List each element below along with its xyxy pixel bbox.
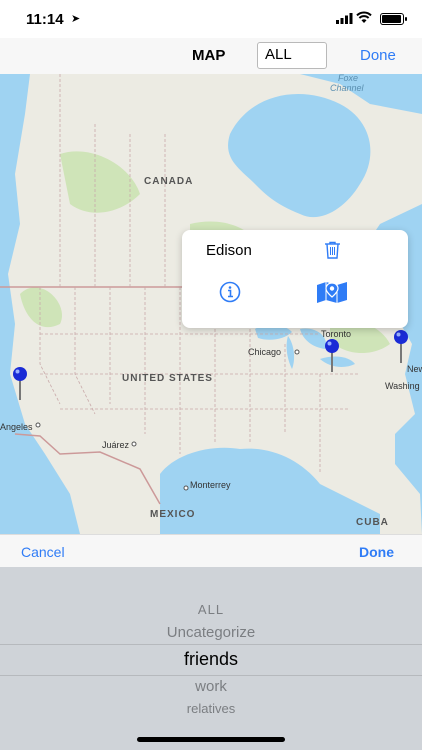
map-label-united-states: UNITED STATES — [122, 373, 213, 384]
map-label-canada: CANADA — [144, 176, 193, 187]
status-time: 11:14 — [26, 11, 64, 28]
map-label-chicago: Chicago — [248, 347, 281, 357]
picker-option-selected[interactable]: friends — [0, 649, 422, 670]
map-pin[interactable] — [10, 366, 30, 402]
map-label-cuba: CUBA — [356, 517, 389, 528]
wifi-icon — [356, 11, 372, 23]
picker-toolbar: Cancel Done — [0, 534, 422, 568]
info-icon[interactable] — [219, 281, 241, 303]
city-dot-chicago — [294, 349, 300, 355]
navigation-bar: MAP ALL Done — [0, 38, 422, 75]
city-dot-juarez — [131, 441, 137, 447]
map-pin[interactable] — [391, 329, 411, 365]
picker-option[interactable]: work — [0, 678, 422, 695]
category-filter-field[interactable]: ALL — [257, 42, 327, 69]
battery-icon — [380, 13, 407, 25]
picker-option[interactable]: relatives — [0, 701, 422, 716]
map-label-channel: Channel — [330, 83, 365, 93]
trash-icon[interactable] — [324, 241, 341, 259]
picker-cancel-button[interactable]: Cancel — [21, 544, 65, 560]
page-title: MAP — [192, 47, 226, 64]
map-label-new-york: New — [407, 364, 422, 374]
map-label-mexico: MEXICO — [150, 509, 195, 520]
status-bar: 11:14 ➤ — [0, 0, 422, 38]
city-dot-los-angeles — [35, 422, 41, 428]
callout-title: Edison — [206, 242, 252, 259]
location-arrow-icon: ➤ — [71, 13, 81, 25]
map-pin-edison[interactable] — [322, 338, 342, 374]
city-dot-monterrey — [183, 485, 189, 491]
map-label-foxe: Foxe — [338, 74, 358, 83]
signal-icon — [336, 13, 353, 24]
map-label-monterrey: Monterrey — [190, 480, 231, 490]
map-label-juarez: Juárez — [102, 440, 130, 450]
pin-callout: Edison — [182, 230, 408, 328]
map-label-washington: Washing — [385, 381, 420, 391]
map-directions-icon[interactable] — [316, 280, 348, 304]
picker-option[interactable]: ALL — [0, 602, 422, 617]
picker-done-button[interactable]: Done — [359, 544, 394, 560]
home-indicator — [137, 737, 285, 742]
picker-option[interactable]: Uncategorize — [0, 624, 422, 641]
category-picker[interactable]: ALL Uncategorize friends work relatives — [0, 567, 422, 750]
nav-done-button[interactable]: Done — [360, 47, 396, 64]
map-label-los-angeles: Angeles — [0, 422, 33, 432]
